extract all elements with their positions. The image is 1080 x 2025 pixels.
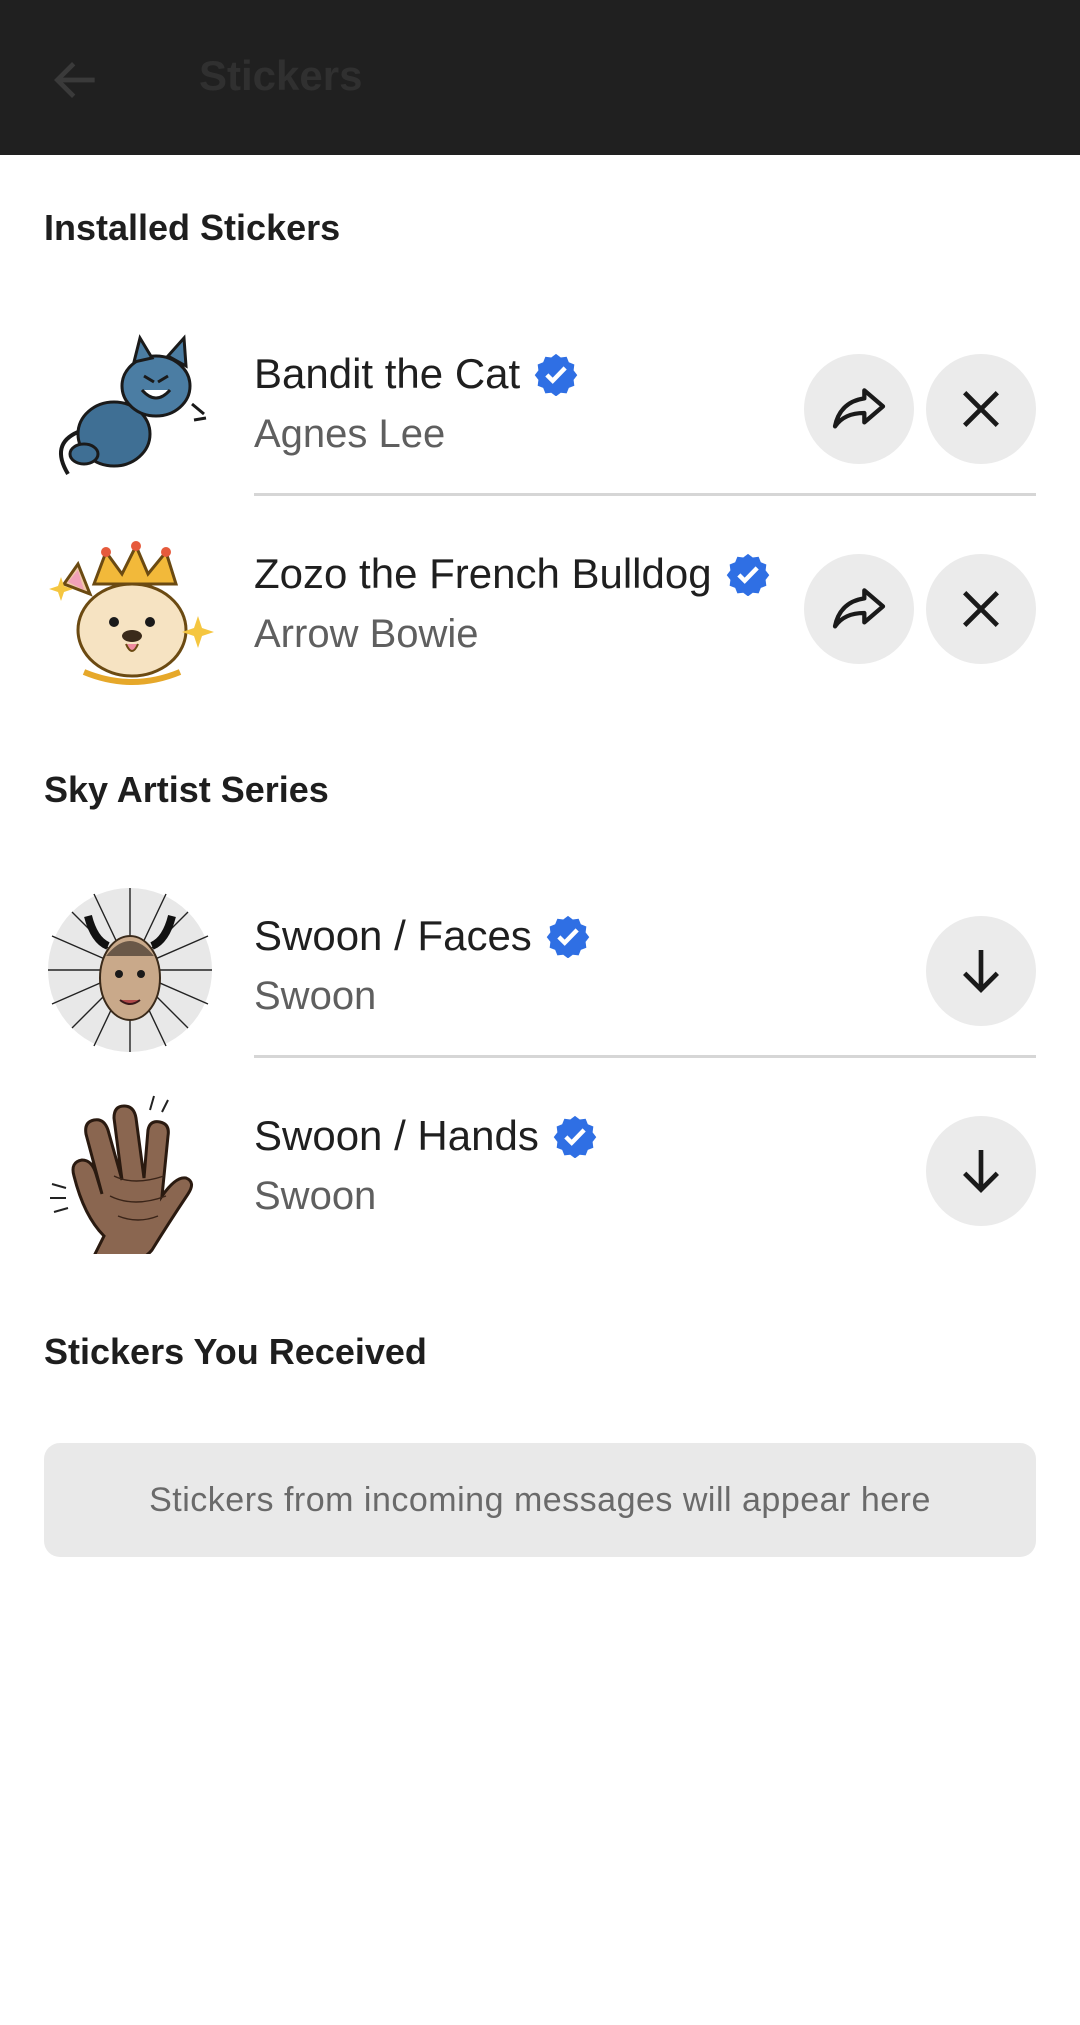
share-icon (832, 588, 886, 629)
verified-badge-icon (726, 553, 769, 596)
sticker-pack-title: Bandit the Cat (254, 350, 521, 397)
sticker-thumbnail-hand (50, 1095, 193, 1254)
verified-badge-icon (534, 353, 578, 396)
sticker-pack-row[interactable]: Zozo the French Bulldog Arrow Bowie (0, 508, 1080, 708)
sticker-thumbnail-faces (48, 888, 212, 1052)
close-icon (963, 391, 999, 427)
sticker-thumbnail-bulldog (49, 541, 214, 685)
download-icon (963, 950, 999, 993)
sticker-pack-author: Swoon (254, 974, 377, 1018)
sticker-pack-title: Zozo the French Bulldog (254, 550, 712, 597)
sticker-pack-author: Arrow Bowie (254, 612, 479, 656)
app-bar: Stickers (0, 0, 1080, 155)
sticker-pack-row[interactable]: Swoon / Hands Swoon (0, 1070, 1080, 1270)
arrow-left-icon (54, 62, 95, 98)
section-title-received: Stickers You Received (44, 1331, 427, 1372)
section-title-artist-series: Sky Artist Series (44, 769, 329, 810)
sticker-pack-author: Agnes Lee (254, 412, 446, 456)
section-title-installed: Installed Stickers (44, 207, 341, 248)
close-icon (963, 591, 999, 627)
remove-button[interactable] (926, 554, 1036, 664)
sticker-pack-title: Swoon / Faces (254, 912, 532, 959)
share-icon (832, 388, 886, 429)
divider (254, 1055, 1036, 1058)
download-button[interactable] (926, 916, 1036, 1026)
verified-badge-icon (546, 915, 590, 958)
divider (254, 493, 1036, 496)
download-button[interactable] (926, 1116, 1036, 1226)
verified-badge-icon (553, 1115, 597, 1158)
share-button[interactable] (804, 554, 914, 664)
sticker-thumbnail-cat (58, 334, 207, 476)
remove-button[interactable] (926, 354, 1036, 464)
empty-state-message: Stickers from incoming messages will app… (44, 1443, 1036, 1557)
download-icon (963, 1150, 999, 1193)
sticker-pack-row[interactable]: Swoon / Faces Swoon (0, 870, 1080, 1070)
share-button[interactable] (804, 354, 914, 464)
sticker-pack-author: Swoon (254, 1174, 377, 1218)
sticker-pack-row[interactable]: Bandit the Cat Agnes Lee (0, 308, 1080, 508)
page-title: Stickers (199, 52, 363, 99)
sticker-pack-title: Swoon / Hands (254, 1112, 539, 1159)
back-button[interactable] (38, 42, 114, 118)
